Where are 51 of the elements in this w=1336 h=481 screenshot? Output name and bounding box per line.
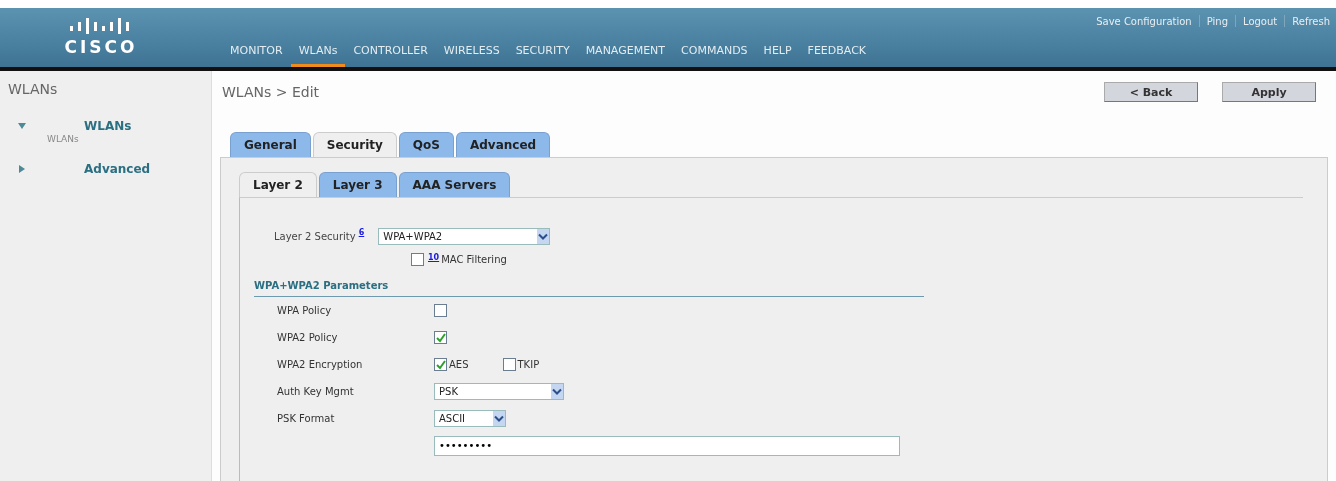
field-label: Auth Key Mgmt <box>276 386 355 397</box>
checkbox[interactable] <box>434 331 447 344</box>
menu-item[interactable]: MONITOR <box>222 40 291 67</box>
checkbox-label: AES <box>449 359 469 370</box>
logo-text: CISCO <box>64 37 138 57</box>
password-field[interactable]: ••••••••• <box>434 435 900 456</box>
menu-item[interactable]: MANAGEMENT <box>577 40 674 67</box>
expand-arrow-icon[interactable] <box>18 122 26 130</box>
menu-item[interactable]: HELP <box>755 40 800 67</box>
tab[interactable]: AAA Servers <box>398 172 511 197</box>
field-label: WPA2 Encryption <box>276 359 364 370</box>
tab[interactable]: Security <box>312 132 397 157</box>
checkbox[interactable] <box>411 253 424 266</box>
menu-item[interactable]: FEEDBACK <box>799 40 875 67</box>
sidebar-item[interactable]: WLANs <box>84 119 132 133</box>
expand-arrow-icon[interactable] <box>18 165 26 173</box>
dropdown[interactable]: PSK <box>434 383 564 400</box>
header-link[interactable]: Refresh <box>1292 15 1330 27</box>
field-label: Layer 2 Security <box>274 231 356 242</box>
security-select[interactable]: WPA+WPA2 <box>378 228 551 245</box>
sidebar-item[interactable]: Advanced <box>84 162 151 176</box>
sidebar-title: WLANs <box>8 81 59 97</box>
header-link[interactable]: Ping <box>1206 15 1228 27</box>
checkbox[interactable] <box>434 304 447 317</box>
sidebar-subitem[interactable]: WLANs <box>47 134 211 144</box>
action-button[interactable]: < Back <box>1104 82 1198 102</box>
header-link[interactable]: Logout <box>1243 15 1278 27</box>
tab[interactable]: Layer 3 <box>318 172 397 197</box>
tab[interactable]: QoS <box>398 132 454 157</box>
menu-item[interactable]: COMMANDS <box>673 40 756 67</box>
tab[interactable]: Advanced <box>455 132 551 157</box>
tab[interactable]: General <box>230 132 311 157</box>
page-title: WLANs > Edit <box>222 84 320 100</box>
menu-item[interactable]: CONTROLLER <box>345 40 436 67</box>
header-link[interactable]: Save Configuration <box>1096 15 1192 27</box>
field-label: WPA Policy <box>276 305 333 316</box>
menu-item[interactable]: WLANs <box>290 40 346 67</box>
action-button[interactable]: Apply <box>1222 82 1316 102</box>
checkbox[interactable] <box>502 358 516 371</box>
tab[interactable]: Layer 2 <box>239 172 317 197</box>
field-label: WPA2 Policy <box>276 332 339 343</box>
dropdown[interactable]: ASCII <box>434 410 506 427</box>
checkbox-label: MAC Filtering <box>441 254 507 265</box>
menu-item[interactable]: WIRELESS <box>435 40 508 67</box>
checkbox[interactable] <box>434 358 447 371</box>
footnote-link[interactable]: 6 <box>358 228 365 237</box>
checkbox-label: TKIP <box>517 359 540 370</box>
section-title: WPA+WPA2 Parameters <box>254 280 390 291</box>
field-label: PSK Format <box>276 413 336 424</box>
menu-item[interactable]: SECURITY <box>507 40 578 67</box>
footnote-link[interactable]: 10 <box>428 253 440 262</box>
